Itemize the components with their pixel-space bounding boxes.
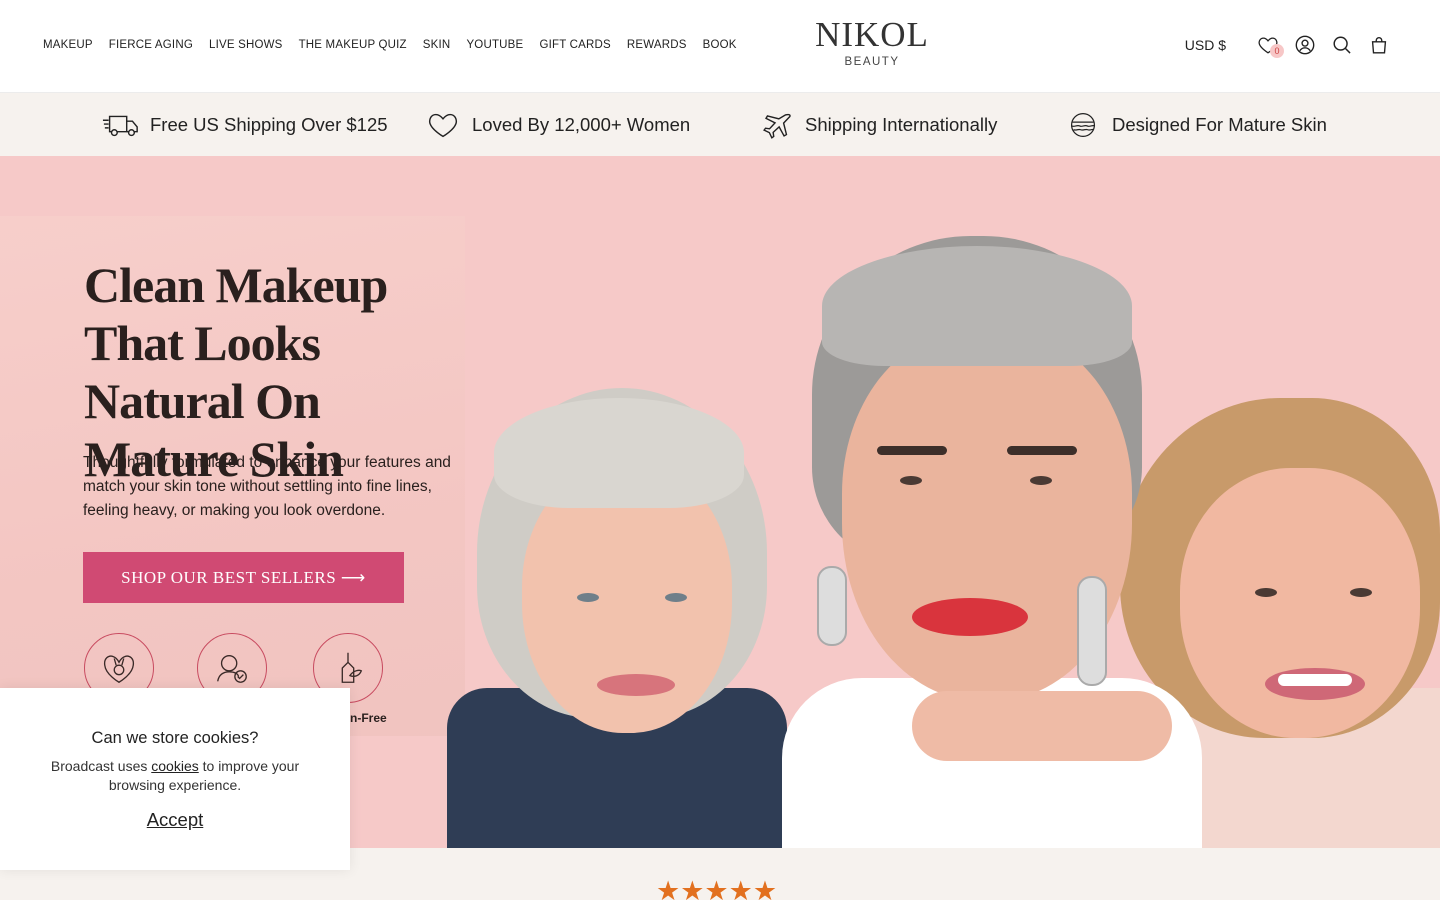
header-actions: USD $ 0 [1185,32,1392,58]
nav-makeup-quiz[interactable]: THE MAKEUP QUIZ [299,39,407,51]
currency-selector[interactable]: USD $ [1185,37,1226,53]
shop-best-sellers-button[interactable]: SHOP OUR BEST SELLERS ⟶ [83,552,404,603]
wishlist-button[interactable]: 0 [1255,32,1284,58]
benefits-bar: Free US Shipping Over $125 Loved By 12,0… [0,93,1440,156]
cookie-text-before: Broadcast uses [50,758,152,774]
badge-label: n-Free [350,711,387,725]
truck-icon [102,115,138,136]
cart-button[interactable] [1366,32,1392,58]
bunny-heart-icon [103,655,135,684]
benefit-label: Free US Shipping Over $125 [150,113,388,135]
search-icon [1333,36,1351,54]
nav-book[interactable]: BOOK [703,39,737,51]
star-rating: ★★★★★ [656,876,778,900]
nav-skin[interactable]: SKIN [423,39,451,51]
heart-icon [429,113,457,137]
benefit-label: Shipping Internationally [805,113,998,135]
nav-fierce-aging[interactable]: FIERCE AGING [109,39,193,51]
bag-icon [1371,37,1387,54]
model-portrait-left [447,348,787,848]
nav-gift-cards[interactable]: GIFT CARDS [539,39,610,51]
account-button[interactable] [1292,32,1318,58]
benefit-loved-by-women: Loved By 12,000+ Women [424,93,690,156]
cookie-consent-banner: Can we store cookies? Broadcast uses coo… [0,688,350,870]
wishlist-count-badge: 0 [1270,44,1284,58]
nav-rewards[interactable]: REWARDS [627,39,687,51]
benefit-label: Loved By 12,000+ Women [472,113,691,135]
benefit-mature-skin: Designed For Mature Skin [1064,93,1327,156]
logo-subtitle: BEAUTY [844,56,900,68]
nav-live-shows[interactable]: LIVE SHOWS [209,39,283,51]
benefit-international-shipping: Shipping Internationally [757,93,997,156]
main-nav: MAKEUP FIERCE AGING LIVE SHOWS THE MAKEU… [43,39,753,51]
hero-subtitle: Thoughtfully formulated to enhance your … [83,454,451,519]
nav-youtube[interactable]: YOUTUBE [466,39,523,51]
model-portrait-center [782,236,1202,848]
plane-icon [763,113,791,139]
skin-icon [1070,112,1096,137]
leaf-bottle-icon [341,652,363,683]
search-button[interactable] [1329,32,1355,58]
face-check-icon [217,654,247,683]
site-logo[interactable]: NIKOL BEAUTY [812,15,932,69]
site-header: MAKEUP FIERCE AGING LIVE SHOWS THE MAKEU… [0,0,1440,93]
cookie-message: Broadcast uses cookies to improve your b… [30,757,320,795]
accept-cookies-button[interactable]: Accept [147,809,204,831]
account-icon [1295,35,1315,55]
benefit-free-shipping: Free US Shipping Over $125 [102,93,388,156]
nav-makeup[interactable]: MAKEUP [43,39,93,51]
cookies-link[interactable]: cookies [151,758,198,774]
logo-wordmark: NIKOL [815,15,929,54]
benefit-label: Designed For Mature Skin [1112,113,1327,135]
cookie-title: Can we store cookies? [91,729,259,747]
